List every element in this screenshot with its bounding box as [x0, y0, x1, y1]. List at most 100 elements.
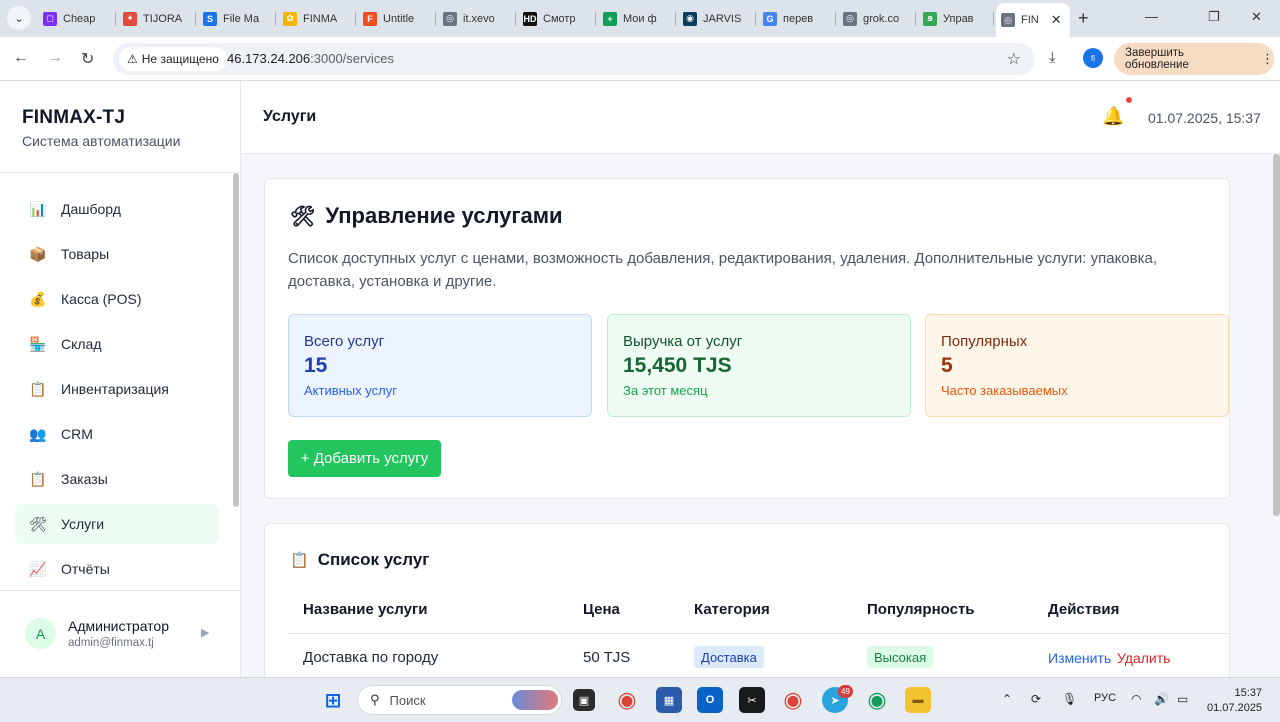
browser-tab[interactable]: ◎ grok.co	[838, 5, 916, 32]
sidebar-item-icon: 🏪	[29, 335, 47, 352]
tab-close-icon[interactable]: ✕	[1051, 12, 1062, 28]
column-header-price[interactable]: Цена	[583, 601, 620, 618]
tab-label: перев	[783, 12, 814, 25]
sidebar-scrollbar[interactable]	[233, 173, 239, 507]
services-card-title: Управление услугами	[325, 203, 563, 228]
delete-service-link[interactable]: Удалить	[1117, 650, 1170, 666]
minimize-icon[interactable]: —	[1145, 9, 1158, 24]
volume-icon[interactable]: 🔊	[1154, 692, 1169, 706]
microphone-icon[interactable]: 🎙	[1062, 692, 1077, 706]
tab-label: Смотр	[543, 12, 576, 25]
sidebar-item-icon: 📦	[29, 245, 47, 262]
browser-tab[interactable]: ◉ JARVIS	[678, 5, 756, 32]
capcut-icon[interactable]: ✂	[739, 687, 765, 713]
back-arrow-icon[interactable]: ←	[13, 49, 29, 67]
user-avatar[interactable]: A	[25, 618, 56, 649]
sidebar-item-icon: 📋	[29, 380, 47, 397]
restore-icon[interactable]: ❐	[1208, 9, 1220, 25]
telegram-badge: 49	[838, 685, 853, 698]
sidebar-item[interactable]: 📊 Дашборд	[15, 189, 219, 229]
sidebar-item[interactable]: 📋 Заказы	[15, 459, 219, 499]
tab-separator	[275, 12, 276, 26]
battery-icon[interactable]: ▭	[1177, 692, 1188, 706]
chrome-profile-icon[interactable]: ◉	[780, 687, 806, 713]
sync-icon[interactable]: ⟳	[1031, 692, 1041, 706]
tab-separator	[915, 12, 916, 26]
user-menu-arrow-icon[interactable]: ▶	[201, 626, 209, 639]
browser-tab[interactable]: ◻ Cheap	[38, 5, 116, 32]
browser-tab[interactable]: Gперев	[758, 5, 836, 32]
tools-icon: 🛠	[290, 205, 316, 228]
browser-tab[interactable]: ✿ FINMA	[278, 5, 356, 32]
browser-tab[interactable]: ◎ it.xevo	[438, 5, 516, 32]
wifi-icon[interactable]: ◠	[1131, 692, 1141, 706]
sidebar-item-icon: 📊	[29, 200, 47, 217]
tab-favicon-icon: ◎	[843, 11, 857, 26]
url-host: 46.173.24.206	[227, 51, 311, 66]
windows-start-icon[interactable]: ⊞	[320, 687, 346, 713]
sidebar-item-label: Касса (POS)	[61, 291, 142, 307]
security-chip[interactable]: ⚠ Не защищено	[119, 47, 227, 71]
column-header-category[interactable]: Категория	[694, 601, 770, 618]
stat-value: 5	[941, 354, 953, 377]
edit-service-link[interactable]: Изменить	[1048, 650, 1111, 666]
sidebar-item-icon: 📈	[29, 560, 47, 577]
column-header-popularity[interactable]: Популярность	[867, 601, 975, 618]
browser-tab[interactable]: S File Ma	[198, 5, 276, 32]
tab-favicon-icon: G	[763, 11, 777, 26]
sidebar-item[interactable]: 🏪 Склад	[15, 324, 219, 364]
reload-icon[interactable]: ↻	[81, 49, 94, 69]
bookmark-star-icon[interactable]: ☆	[1007, 49, 1021, 69]
user-email: admin@finmax.tj	[68, 637, 154, 649]
sidebar-item[interactable]: 👥 CRM	[15, 414, 219, 454]
notification-bell-icon[interactable]: 🔔	[1102, 106, 1124, 127]
system-clock[interactable]: 15:37 01.07.2025	[1207, 686, 1262, 716]
stat-label: Выручка от услуг	[623, 333, 743, 350]
language-indicator[interactable]: РУС	[1094, 692, 1116, 704]
profile-avatar-icon[interactable]: fi	[1083, 48, 1103, 68]
sidebar-item-label: Услуги	[61, 516, 105, 532]
main-scrollbar[interactable]	[1273, 154, 1280, 516]
browser-tab[interactable]: HD Смотр	[518, 5, 596, 32]
add-service-button[interactable]: + Добавить услугу	[288, 440, 441, 477]
taskbar-search[interactable]: ⚲ Поиск	[357, 685, 562, 715]
sidebar-item[interactable]: 📈 Отчёты	[15, 549, 219, 589]
sidebar-item[interactable]: 🛠 Услуги	[15, 504, 219, 544]
url-text[interactable]: 46.173.24.206:3000/services	[227, 51, 394, 66]
brand-logo-text[interactable]: FINMAX-TJ	[22, 107, 125, 129]
sidebar-item[interactable]: 📦 Товары	[15, 234, 219, 274]
column-header-name[interactable]: Название услуги	[303, 601, 427, 618]
browser-tab[interactable]: F Untitle	[358, 5, 436, 32]
tab-label: Untitle	[383, 12, 415, 25]
sidebar-item[interactable]: 💰 Касса (POS)	[15, 279, 219, 319]
browser-tab[interactable]: ꞩ Управ	[918, 5, 994, 32]
url-path: :3000/services	[310, 51, 394, 66]
new-tab-plus-icon[interactable]: +	[1078, 8, 1089, 29]
chrome-alt-icon[interactable]: ◉	[864, 687, 890, 713]
warning-triangle-icon: ⚠	[127, 52, 138, 66]
task-view-icon[interactable]: ▣	[573, 689, 595, 711]
browser-tab[interactable]: ✦ TIJORA	[118, 5, 196, 32]
outlook-icon[interactable]: O	[697, 687, 723, 713]
user-name: Администратор	[68, 618, 170, 634]
browser-tab[interactable]: ◎ FIN ✕	[996, 3, 1070, 37]
omnibox[interactable]: ⚠ Не защищено 46.173.24.206:3000/service…	[113, 43, 1035, 75]
chrome-icon[interactable]: ◉	[614, 687, 640, 713]
download-icon[interactable]: ⤓	[1049, 49, 1056, 66]
browser-tab[interactable]: + Мои ф	[598, 5, 676, 32]
tab-separator	[515, 12, 516, 26]
tab-separator	[835, 12, 836, 26]
tab-favicon-icon: ◎	[1001, 13, 1015, 27]
tray-chevron-icon[interactable]: ⌃	[1002, 692, 1012, 706]
close-window-icon[interactable]: ✕	[1251, 9, 1262, 25]
sidebar-item-icon: 💰	[29, 290, 47, 307]
sidebar-item[interactable]: 📋 Инвентаризация	[15, 369, 219, 409]
finish-update-button[interactable]: Завершить обновление ⋮	[1114, 43, 1274, 75]
store-icon[interactable]: ▦	[656, 687, 682, 713]
sidebar-item-label: Товары	[61, 246, 110, 262]
tab-search-chevron-icon[interactable]: ⌄	[7, 6, 31, 30]
forward-arrow-icon[interactable]: →	[47, 49, 63, 67]
file-explorer-icon[interactable]: ▬	[905, 687, 931, 713]
sidebar: FINMAX-TJ Система автоматизации 📊 Дашборд…	[0, 81, 241, 677]
sidebar-divider-bottom	[0, 590, 240, 591]
